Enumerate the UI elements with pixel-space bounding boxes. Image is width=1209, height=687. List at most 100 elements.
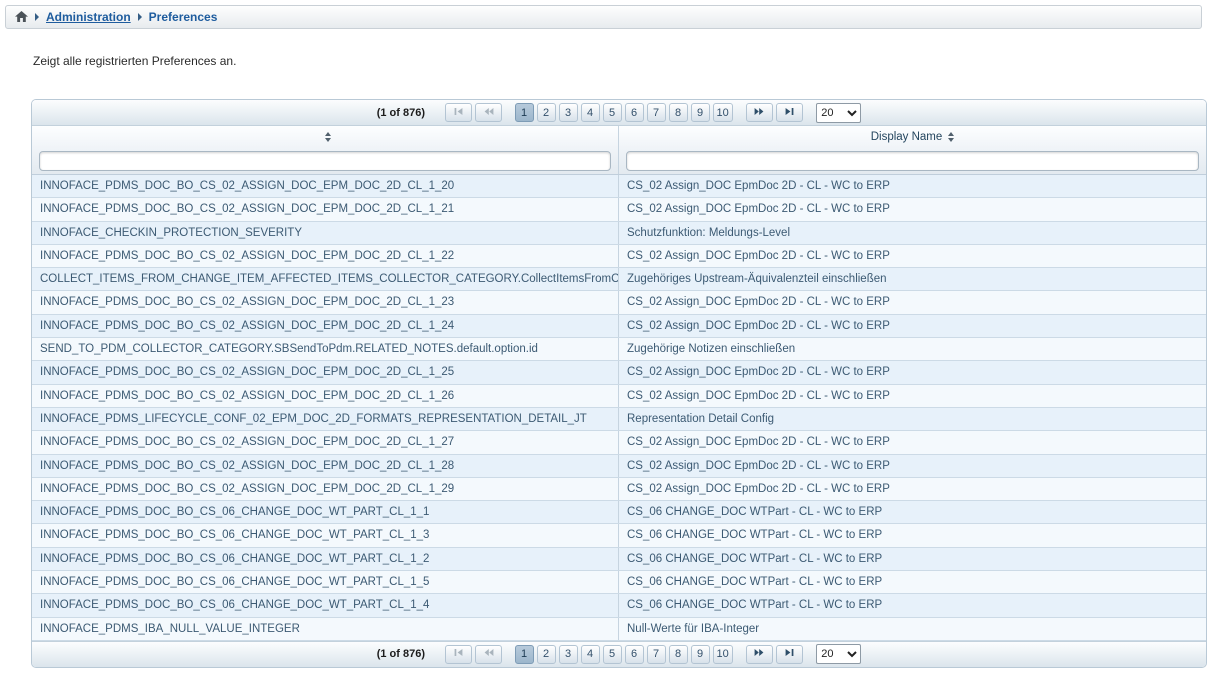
table-row[interactable]: INNOFACE_PDMS_IBA_NULL_VALUE_INTEGERNull…	[32, 618, 1206, 641]
first-page-button	[445, 103, 472, 122]
cell-name: INNOFACE_PDMS_DOC_BO_CS_06_CHANGE_DOC_WT…	[32, 548, 619, 570]
cell-name: INNOFACE_PDMS_DOC_BO_CS_02_ASSIGN_DOC_EP…	[32, 315, 619, 337]
table-row[interactable]: INNOFACE_PDMS_DOC_BO_CS_02_ASSIGN_DOC_EP…	[32, 455, 1206, 478]
breadcrumb: Administration Preferences	[5, 5, 1202, 29]
cell-display-name: Null-Werte für IBA-Integer	[619, 618, 1206, 640]
cell-name: INNOFACE_PDMS_DOC_BO_CS_06_CHANGE_DOC_WT…	[32, 571, 619, 593]
cell-display-name: Representation Detail Config	[619, 408, 1206, 430]
paginator-pages: 12345678910	[513, 645, 734, 664]
table-row[interactable]: COLLECT_ITEMS_FROM_CHANGE_ITEM_AFFECTED_…	[32, 268, 1206, 291]
page-button-9[interactable]: 9	[691, 103, 710, 122]
table-row[interactable]: INNOFACE_PDMS_DOC_BO_CS_06_CHANGE_DOC_WT…	[32, 524, 1206, 547]
table-row[interactable]: INNOFACE_PDMS_DOC_BO_CS_02_ASSIGN_DOC_EP…	[32, 245, 1206, 268]
table-row[interactable]: INNOFACE_PDMS_DOC_BO_CS_06_CHANGE_DOC_WT…	[32, 594, 1206, 617]
sort-icon	[325, 132, 331, 142]
page-button-7[interactable]: 7	[647, 645, 666, 664]
last-page-icon	[784, 106, 795, 120]
breadcrumb-link-preferences[interactable]: Preferences	[149, 10, 218, 24]
last-page-button[interactable]	[776, 645, 803, 664]
page-description: Zeigt alle registrierten Preferences an.	[33, 54, 236, 68]
page-button-6[interactable]: 6	[625, 645, 644, 664]
page-button-10[interactable]: 10	[713, 103, 733, 122]
page-button-2[interactable]: 2	[537, 103, 556, 122]
page-button-1[interactable]: 1	[515, 103, 534, 122]
last-page-button[interactable]	[776, 103, 803, 122]
table-row[interactable]: INNOFACE_PDMS_DOC_BO_CS_06_CHANGE_DOC_WT…	[32, 501, 1206, 524]
table-row[interactable]: INNOFACE_PDMS_DOC_BO_CS_02_ASSIGN_DOC_EP…	[32, 361, 1206, 384]
cell-display-name: CS_02 Assign_DOC EpmDoc 2D - CL - WC to …	[619, 198, 1206, 220]
page-button-7[interactable]: 7	[647, 103, 666, 122]
page-button-5[interactable]: 5	[603, 103, 622, 122]
cell-display-name: CS_06 CHANGE_DOC WTPart - CL - WC to ERP	[619, 524, 1206, 546]
sort-icon	[948, 132, 954, 142]
previous-page-button	[475, 645, 502, 664]
cell-name: INNOFACE_PDMS_DOC_BO_CS_06_CHANGE_DOC_WT…	[32, 501, 619, 523]
table-row[interactable]: INNOFACE_PDMS_DOC_BO_CS_02_ASSIGN_DOC_EP…	[32, 385, 1206, 408]
page-button-4[interactable]: 4	[581, 103, 600, 122]
table-body: INNOFACE_PDMS_DOC_BO_CS_02_ASSIGN_DOC_EP…	[32, 175, 1206, 641]
cell-display-name: CS_02 Assign_DOC EpmDoc 2D - CL - WC to …	[619, 478, 1206, 500]
cell-display-name: Schutzfunktion: Meldungs-Level	[619, 222, 1206, 244]
table-row[interactable]: INNOFACE_CHECKIN_PROTECTION_SEVERITYSchu…	[32, 222, 1206, 245]
table-row[interactable]: INNOFACE_PDMS_DOC_BO_CS_02_ASSIGN_DOC_EP…	[32, 478, 1206, 501]
preferences-table: (1 of 876)1234567891020 Display Name INN…	[31, 99, 1207, 668]
cell-name: INNOFACE_PDMS_DOC_BO_CS_02_ASSIGN_DOC_EP…	[32, 478, 619, 500]
cell-display-name: CS_06 CHANGE_DOC WTPart - CL - WC to ERP	[619, 501, 1206, 523]
previous-page-button	[475, 103, 502, 122]
cell-name: INNOFACE_PDMS_DOC_BO_CS_02_ASSIGN_DOC_EP…	[32, 455, 619, 477]
column-header-display-name[interactable]: Display Name	[619, 126, 1206, 148]
cell-display-name: CS_02 Assign_DOC EpmDoc 2D - CL - WC to …	[619, 245, 1206, 267]
cell-name: INNOFACE_PDMS_DOC_BO_CS_02_ASSIGN_DOC_EP…	[32, 361, 619, 383]
page-button-1[interactable]: 1	[515, 645, 534, 664]
cell-display-name: Zugehörige Notizen einschließen	[619, 338, 1206, 360]
table-row[interactable]: INNOFACE_PDMS_DOC_BO_CS_02_ASSIGN_DOC_EP…	[32, 175, 1206, 198]
rows-per-page-select[interactable]: 20	[816, 644, 861, 664]
page-button-5[interactable]: 5	[603, 645, 622, 664]
table-row[interactable]: SEND_TO_PDM_COLLECTOR_CATEGORY.SBSendToP…	[32, 338, 1206, 361]
page-button-6[interactable]: 6	[625, 103, 644, 122]
page-button-8[interactable]: 8	[669, 645, 688, 664]
breadcrumb-link-administration[interactable]: Administration	[46, 10, 131, 24]
paginator-top: (1 of 876)1234567891020	[32, 100, 1206, 126]
next-page-button[interactable]	[746, 103, 773, 122]
filter-input-display-name[interactable]	[626, 151, 1199, 171]
cell-name: INNOFACE_PDMS_DOC_BO_CS_02_ASSIGN_DOC_EP…	[32, 385, 619, 407]
column-header-display-name-label: Display Name	[871, 131, 943, 143]
table-filter-row	[32, 148, 1206, 175]
table-row[interactable]: INNOFACE_PDMS_DOC_BO_CS_06_CHANGE_DOC_WT…	[32, 548, 1206, 571]
cell-display-name: CS_02 Assign_DOC EpmDoc 2D - CL - WC to …	[619, 315, 1206, 337]
cell-name: INNOFACE_PDMS_LIFECYCLE_CONF_02_EPM_DOC_…	[32, 408, 619, 430]
rows-per-page-select[interactable]: 20	[816, 103, 861, 123]
table-row[interactable]: INNOFACE_PDMS_DOC_BO_CS_02_ASSIGN_DOC_EP…	[32, 431, 1206, 454]
page-button-10[interactable]: 10	[713, 645, 733, 664]
cell-name: INNOFACE_PDMS_IBA_NULL_VALUE_INTEGER	[32, 618, 619, 640]
page-button-4[interactable]: 4	[581, 645, 600, 664]
column-header-name[interactable]	[32, 126, 619, 148]
next-page-icon	[754, 106, 765, 120]
table-row[interactable]: INNOFACE_PDMS_DOC_BO_CS_02_ASSIGN_DOC_EP…	[32, 198, 1206, 221]
paginator-pages: 12345678910	[513, 103, 734, 122]
cell-display-name: CS_06 CHANGE_DOC WTPart - CL - WC to ERP	[619, 571, 1206, 593]
page-button-8[interactable]: 8	[669, 103, 688, 122]
page-button-9[interactable]: 9	[691, 645, 710, 664]
table-row[interactable]: INNOFACE_PDMS_DOC_BO_CS_02_ASSIGN_DOC_EP…	[32, 315, 1206, 338]
filter-input-name[interactable]	[39, 151, 611, 171]
home-icon[interactable]	[15, 11, 28, 23]
page-button-3[interactable]: 3	[559, 645, 578, 664]
page-button-2[interactable]: 2	[537, 645, 556, 664]
cell-name: INNOFACE_CHECKIN_PROTECTION_SEVERITY	[32, 222, 619, 244]
table-row[interactable]: INNOFACE_PDMS_DOC_BO_CS_02_ASSIGN_DOC_EP…	[32, 291, 1206, 314]
cell-name: INNOFACE_PDMS_DOC_BO_CS_02_ASSIGN_DOC_EP…	[32, 291, 619, 313]
next-page-icon	[754, 647, 765, 661]
cell-display-name: CS_06 CHANGE_DOC WTPart - CL - WC to ERP	[619, 548, 1206, 570]
next-page-button[interactable]	[746, 645, 773, 664]
cell-name: INNOFACE_PDMS_DOC_BO_CS_02_ASSIGN_DOC_EP…	[32, 431, 619, 453]
page-button-3[interactable]: 3	[559, 103, 578, 122]
table-row[interactable]: INNOFACE_PDMS_DOC_BO_CS_06_CHANGE_DOC_WT…	[32, 571, 1206, 594]
cell-name: INNOFACE_PDMS_DOC_BO_CS_02_ASSIGN_DOC_EP…	[32, 245, 619, 267]
first-page-icon	[453, 106, 464, 120]
paginator-current-label: (1 of 876)	[377, 648, 425, 660]
table-row[interactable]: INNOFACE_PDMS_LIFECYCLE_CONF_02_EPM_DOC_…	[32, 408, 1206, 431]
breadcrumb-separator-icon	[35, 13, 39, 21]
cell-name: SEND_TO_PDM_COLLECTOR_CATEGORY.SBSendToP…	[32, 338, 619, 360]
